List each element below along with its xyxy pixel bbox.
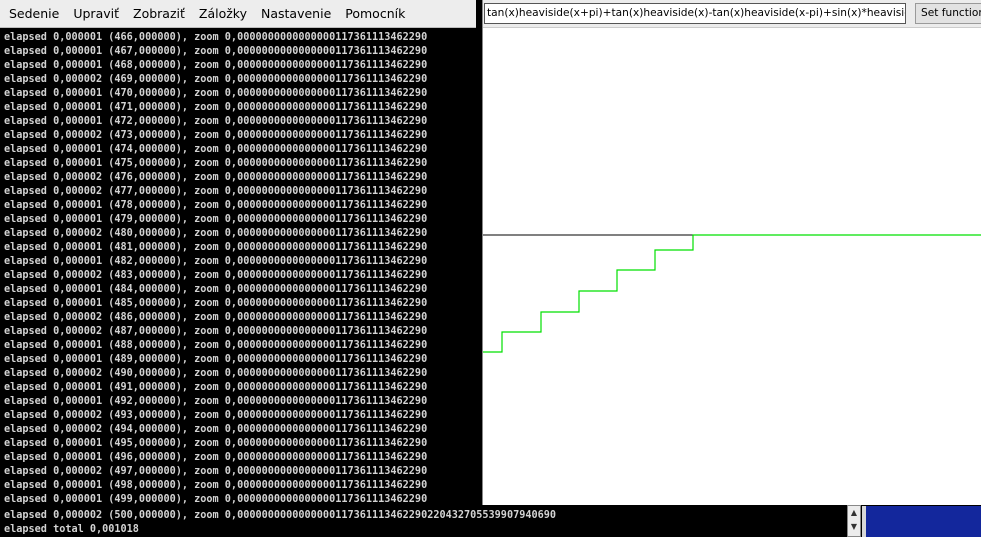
menu-view[interactable]: Zobraziť: [126, 0, 192, 28]
terminal-line: elapsed 0,000001 (475,000000), zoom 0,00…: [4, 158, 428, 169]
menu-session[interactable]: Sedenie: [2, 0, 66, 28]
terminal-line: elapsed 0,000001 (470,000000), zoom 0,00…: [4, 88, 428, 99]
terminal-line: elapsed 0,000001 (471,000000), zoom 0,00…: [4, 102, 428, 113]
taskbar-panel: [866, 506, 981, 537]
scroll-down-icon[interactable]: ▼: [848, 520, 860, 534]
terminal-line: elapsed 0,000002 (483,000000), zoom 0,00…: [4, 270, 428, 281]
terminal-line: elapsed 0,000002 (477,000000), zoom 0,00…: [4, 186, 428, 197]
plotter-toolbar: tan(x)heaviside(x+pi)+tan(x)heaviside(x)…: [483, 0, 981, 28]
terminal-line: elapsed 0,000001 (492,000000), zoom 0,00…: [4, 396, 428, 407]
terminal-line: elapsed 0,000001 (467,000000), zoom 0,00…: [4, 46, 428, 57]
terminal-line: elapsed 0,000001 (474,000000), zoom 0,00…: [4, 144, 428, 155]
plot-canvas[interactable]: [483, 28, 981, 505]
function-input[interactable]: tan(x)heaviside(x+pi)+tan(x)heaviside(x)…: [484, 3, 906, 24]
terminal-output-bottom: elapsed 0,000002 (500,000000), zoom 0,00…: [4, 509, 556, 537]
terminal-total-line: elapsed total 0,001018: [4, 524, 139, 535]
terminal-line: elapsed 0,000001 (479,000000), zoom 0,00…: [4, 214, 428, 225]
plotter-window: tan(x)heaviside(x+pi)+tan(x)heaviside(x)…: [482, 0, 981, 505]
terminal-line: elapsed 0,000002 (493,000000), zoom 0,00…: [4, 410, 428, 421]
terminal-menubar: Sedenie Upraviť Zobraziť Záložky Nastave…: [0, 0, 476, 28]
terminal-line: elapsed 0,000001 (498,000000), zoom 0,00…: [4, 480, 428, 491]
terminal-line: elapsed 0,000001 (496,000000), zoom 0,00…: [4, 452, 428, 463]
terminal-line: elapsed 0,000002 (494,000000), zoom 0,00…: [4, 424, 428, 435]
terminal-line: elapsed 0,000002 (480,000000), zoom 0,00…: [4, 228, 428, 239]
menu-settings[interactable]: Nastavenie: [254, 0, 338, 28]
terminal-line: elapsed 0,000001 (485,000000), zoom 0,00…: [4, 298, 428, 309]
set-function-button[interactable]: Set function: [915, 3, 981, 24]
terminal-line: elapsed 0,000002 (490,000000), zoom 0,00…: [4, 368, 428, 379]
terminal-line: elapsed 0,000002 (486,000000), zoom 0,00…: [4, 312, 428, 323]
menu-help[interactable]: Pomocník: [338, 0, 412, 28]
terminal-scrollbar[interactable]: ▲ ▼: [847, 505, 861, 537]
terminal-line: elapsed 0,000001 (472,000000), zoom 0,00…: [4, 116, 428, 127]
terminal-line: elapsed 0,000001 (499,000000), zoom 0,00…: [4, 494, 428, 505]
terminal-line: elapsed 0,000001 (478,000000), zoom 0,00…: [4, 200, 428, 211]
terminal-line: elapsed 0,000001 (482,000000), zoom 0,00…: [4, 256, 428, 267]
terminal-line: elapsed 0,000002 (487,000000), zoom 0,00…: [4, 326, 428, 337]
terminal-line: elapsed 0,000001 (484,000000), zoom 0,00…: [4, 284, 428, 295]
terminal-line: elapsed 0,000001 (466,000000), zoom 0,00…: [4, 32, 428, 43]
terminal-line: elapsed 0,000002 (500,000000), zoom 0,00…: [4, 510, 557, 521]
terminal-line: elapsed 0,000001 (491,000000), zoom 0,00…: [4, 382, 428, 393]
scroll-up-icon[interactable]: ▲: [848, 506, 860, 520]
terminal-line: elapsed 0,000002 (473,000000), zoom 0,00…: [4, 130, 428, 141]
terminal-line: elapsed 0,000001 (481,000000), zoom 0,00…: [4, 242, 428, 253]
terminal-line: elapsed 0,000002 (497,000000), zoom 0,00…: [4, 466, 428, 477]
terminal-line: elapsed 0,000001 (495,000000), zoom 0,00…: [4, 438, 428, 449]
menu-edit[interactable]: Upraviť: [66, 0, 126, 28]
function-curve: [483, 234, 981, 353]
terminal-line: elapsed 0,000001 (488,000000), zoom 0,00…: [4, 340, 428, 351]
terminal-window: Sedenie Upraviť Zobraziť Záložky Nastave…: [0, 0, 482, 537]
menu-bookmarks[interactable]: Záložky: [192, 0, 254, 28]
terminal-line: elapsed 0,000001 (468,000000), zoom 0,00…: [4, 60, 428, 71]
terminal-line: elapsed 0,000001 (489,000000), zoom 0,00…: [4, 354, 428, 365]
terminal-line: elapsed 0,000002 (476,000000), zoom 0,00…: [4, 172, 428, 183]
terminal-output: elapsed 0,000001 (466,000000), zoom 0,00…: [4, 31, 427, 507]
terminal-line: elapsed 0,000002 (469,000000), zoom 0,00…: [4, 74, 428, 85]
